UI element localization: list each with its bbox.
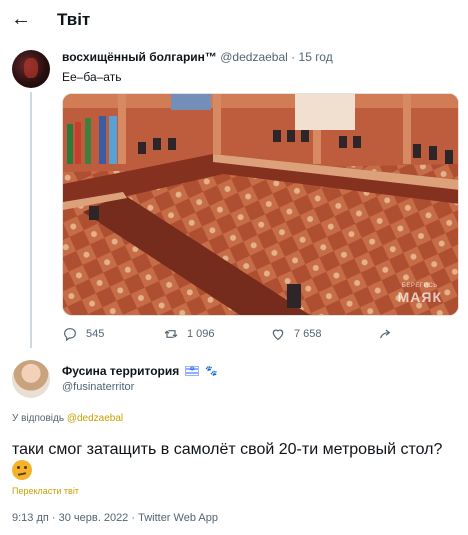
tweet-meta[interactable]: 9:13 дп · 30 черв. 2022 · Twitter Web Ap… (12, 512, 218, 524)
thinking-face-icon (12, 460, 32, 480)
reply-button[interactable]: 545 (62, 326, 104, 342)
author-name-row: Фусина территория 🐾 (62, 364, 218, 378)
tweet-text: Ее–ба–ать (62, 70, 122, 84)
avatar[interactable] (12, 50, 50, 88)
reply-to-link[interactable]: @dedzaebal (67, 413, 123, 424)
thread-line (30, 92, 32, 348)
reply-count: 545 (86, 328, 105, 340)
avatar[interactable] (12, 360, 50, 398)
retweet-button[interactable]: 1 096 (163, 326, 215, 342)
tweet-media-image[interactable]: БЕРЕГИСЬ МАЯК (62, 93, 459, 316)
like-count: 7 658 (294, 328, 322, 340)
tweet-actions: 545 1 096 7 658 (62, 326, 402, 346)
tweet-header: восхищённый болгарин™ @dedzaebal · 15 го… (62, 50, 333, 64)
page-title: Твіт (57, 10, 91, 29)
author-name[interactable]: восхищённый болгарин™ (62, 50, 217, 64)
heart-icon (272, 329, 284, 341)
top-bar: ← Твіт (0, 0, 468, 40)
paw-prints-icon: 🐾 (205, 365, 218, 377)
like-button[interactable]: 7 658 (270, 326, 322, 342)
retweet-icon (164, 330, 178, 338)
replying-to: У відповідь @dedzaebal (12, 413, 124, 424)
share-button[interactable] (378, 326, 394, 342)
share-icon (380, 329, 391, 339)
watermark-logo: БЕРЕГИСЬ МАЯК (397, 283, 442, 305)
author-handle[interactable]: @fusinaterritor (62, 381, 134, 393)
author-handle[interactable]: @dedzaebal (220, 50, 288, 64)
retweet-count: 1 096 (187, 328, 215, 340)
translate-tweet-link[interactable]: Перекласти твіт (12, 486, 79, 496)
reply-icon (64, 328, 76, 342)
israel-flag-icon (185, 365, 200, 376)
arrow-left-icon[interactable]: ← (10, 8, 32, 30)
tweet-text: таки смог затащить в самолёт свой 20-ти … (12, 439, 460, 482)
tweet-time[interactable]: 15 год (299, 50, 333, 64)
separator-dot: · (291, 50, 296, 64)
author-name[interactable]: Фусина территория (62, 364, 179, 378)
